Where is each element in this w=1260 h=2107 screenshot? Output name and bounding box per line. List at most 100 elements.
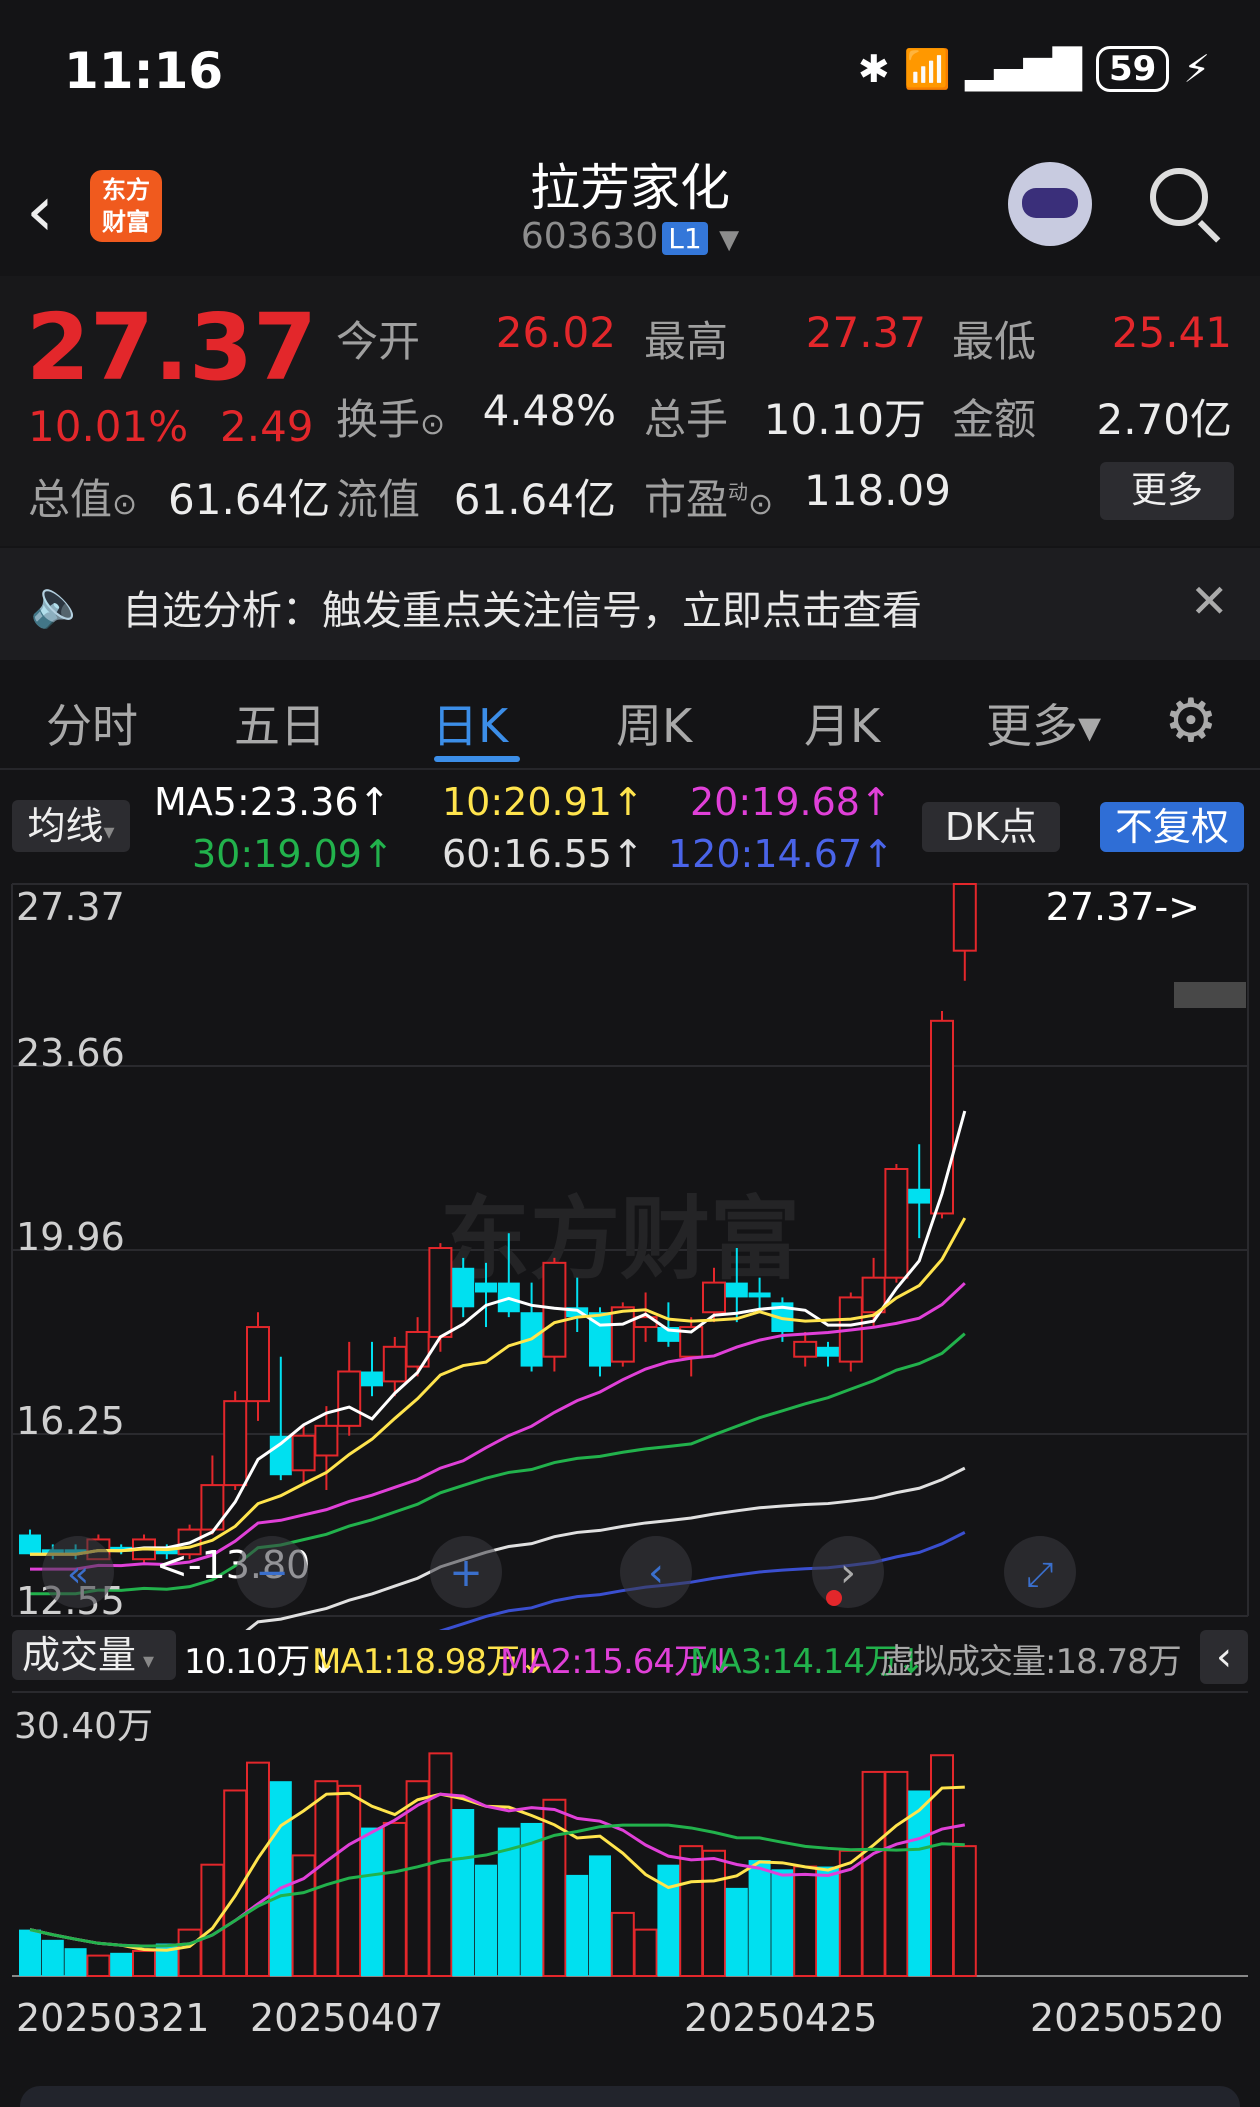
volume-axis-top: 30.40万 <box>14 1706 153 1747</box>
volume-bar <box>200 1863 225 1977</box>
volume-bar <box>269 1781 292 1976</box>
tab-five-day[interactable]: 五日 <box>234 690 326 756</box>
volume-bar <box>657 1864 680 1976</box>
date-label-1: 20250321 <box>16 1996 210 2040</box>
turnover-label[interactable]: 换手⊙ <box>336 386 445 447</box>
dropdown-icon: ▼ <box>719 225 740 255</box>
volume-selector[interactable]: 成交量 ▾ <box>12 1630 176 1680</box>
candle <box>542 1257 567 1372</box>
close-icon[interactable]: ✕ <box>1190 574 1229 628</box>
volume-bar <box>702 1849 726 1977</box>
svg-text:−: − <box>255 1550 289 1596</box>
assistant-avatar[interactable] <box>1008 162 1092 246</box>
volume-bar <box>452 1809 475 1976</box>
tab-intraday[interactable]: 分时 <box>46 690 138 756</box>
gear-icon[interactable]: ⚙ <box>1164 686 1218 756</box>
back-button[interactable]: ‹ <box>26 170 54 252</box>
volume-value: 10.10万 <box>763 395 926 444</box>
svg-text:›: › <box>840 1550 856 1596</box>
candle <box>520 1282 543 1372</box>
candle <box>908 1144 931 1239</box>
candle <box>405 1317 430 1377</box>
scroll-left-button[interactable]: ‹ <box>620 1536 692 1608</box>
candlestick-chart[interactable]: 东方财富 27.37 23.66 19.96 16.25 12.55 27.37… <box>0 870 1260 1630</box>
tab-daily-k[interactable]: 日K <box>432 690 508 756</box>
candle <box>361 1341 383 1397</box>
svg-text:⤢: ⤢ <box>1026 1555 1053 1595</box>
candle <box>817 1341 839 1367</box>
ma20-line <box>30 1282 966 1571</box>
date-label-3: 20250425 <box>684 1996 878 2040</box>
axis-top: 27.37 <box>16 885 125 929</box>
scroll-left-fast-button[interactable]: « <box>42 1536 114 1608</box>
search-icon[interactable] <box>1150 168 1208 226</box>
high-label: 最高 <box>644 317 729 366</box>
quote-panel: 27.37 10.01% 2.49 总值⊙ 61.64亿 今开 26.02 最高… <box>0 276 1260 546</box>
price-tag <box>1174 982 1246 1008</box>
fullscreen-button[interactable]: ⤢ <box>1004 1536 1076 1608</box>
turnover-value: 4.48% <box>482 386 616 435</box>
tab-weekly-k[interactable]: 周K <box>616 690 692 756</box>
date-label-4: 20250520 <box>1030 1996 1224 2040</box>
candle <box>291 1425 316 1486</box>
bluetooth-icon: ✱ <box>857 47 890 91</box>
volume-bar <box>908 1790 931 1976</box>
svg-text:‹: ‹ <box>648 1550 664 1596</box>
volume-bar <box>610 1911 635 1977</box>
volume-bar <box>382 1821 407 1977</box>
scroll-right-button[interactable]: › <box>812 1536 884 1608</box>
pe-label[interactable]: 市盈动⊙ <box>644 466 773 527</box>
candle <box>337 1341 362 1436</box>
high-value: 27.37 <box>805 308 926 357</box>
dk-button[interactable]: DK点 <box>922 802 1060 852</box>
float-value: 61.64亿 <box>453 475 616 524</box>
candle <box>930 1010 954 1219</box>
date-label-2: 20250407 <box>250 1996 444 2040</box>
notice-text[interactable]: 自选分析：触发重点关注信号，立即点击查看 <box>122 578 922 636</box>
candle <box>793 1331 818 1367</box>
ma10-value: 10:20.91↑ <box>442 780 644 824</box>
tab-monthly-k[interactable]: 月K <box>804 690 880 756</box>
candle <box>269 1356 292 1481</box>
volume-bar <box>725 1887 748 1976</box>
volume-bar <box>19 1929 41 1976</box>
axis-l2: 23.66 <box>16 1031 125 1075</box>
volume-bar <box>132 1949 156 1978</box>
tab-more[interactable]: 更多▾ <box>986 690 1101 756</box>
adjust-button[interactable]: 不复权 <box>1100 802 1244 852</box>
volume-bar <box>86 1954 111 1977</box>
change-pct: 10.01% <box>28 402 189 451</box>
volume-bar <box>817 1866 839 1976</box>
app-logo: 东方 财富 <box>90 170 162 242</box>
active-tab-indicator <box>434 756 520 762</box>
volume-bar <box>314 1780 339 1977</box>
volume-bar <box>771 1869 794 1976</box>
collapse-button[interactable]: ‹ <box>1200 1630 1248 1684</box>
zoom-out-button[interactable]: − <box>236 1536 308 1608</box>
mktcap-label[interactable]: 总值⊙ <box>28 466 137 527</box>
watermark: 东方财富 <box>440 1187 800 1292</box>
bottom-sheet-handle[interactable] <box>20 2086 1240 2107</box>
wifi-icon: 📶 <box>903 46 952 91</box>
volume-chart[interactable]: 30.40万 <box>0 1690 1260 1990</box>
more-button[interactable]: 更多 <box>1100 462 1234 520</box>
level-badge: L1 <box>662 222 708 255</box>
volume-bar <box>428 1752 453 1977</box>
float-label: 流值 <box>336 475 421 524</box>
stock-header: 拉芳家化 603630 L1 ▼ ‹ 东方 财富 <box>0 140 1260 275</box>
open-label: 今开 <box>336 317 421 366</box>
notice-bar[interactable]: 🔈 自选分析：触发重点关注信号，立即点击查看 ✕ <box>0 548 1260 660</box>
zoom-in-button[interactable]: + <box>430 1536 502 1608</box>
charging-icon: ⚡ <box>1183 47 1210 91</box>
chart-tabs: 分时 五日 日K 周K 月K 更多▾ ⚙ <box>0 664 1260 770</box>
mktcap-value: 61.64亿 <box>168 475 331 524</box>
status-bar: 11:16 ✱ 📶 ▂▄▆█ 59 ⚡ <box>0 0 1260 140</box>
ma-selector[interactable]: 均线▾ <box>12 800 130 852</box>
amount-value: 2.70亿 <box>1096 395 1232 444</box>
signal-icon: ▂▄▆█ <box>965 47 1082 91</box>
axis-l3: 19.96 <box>16 1215 125 1259</box>
stock-code: 603630 <box>520 216 659 257</box>
volume-bar <box>475 1864 497 1976</box>
status-icons: ✱ 📶 ▂▄▆█ 59 ⚡ <box>858 46 1210 92</box>
candle <box>223 1391 248 1491</box>
